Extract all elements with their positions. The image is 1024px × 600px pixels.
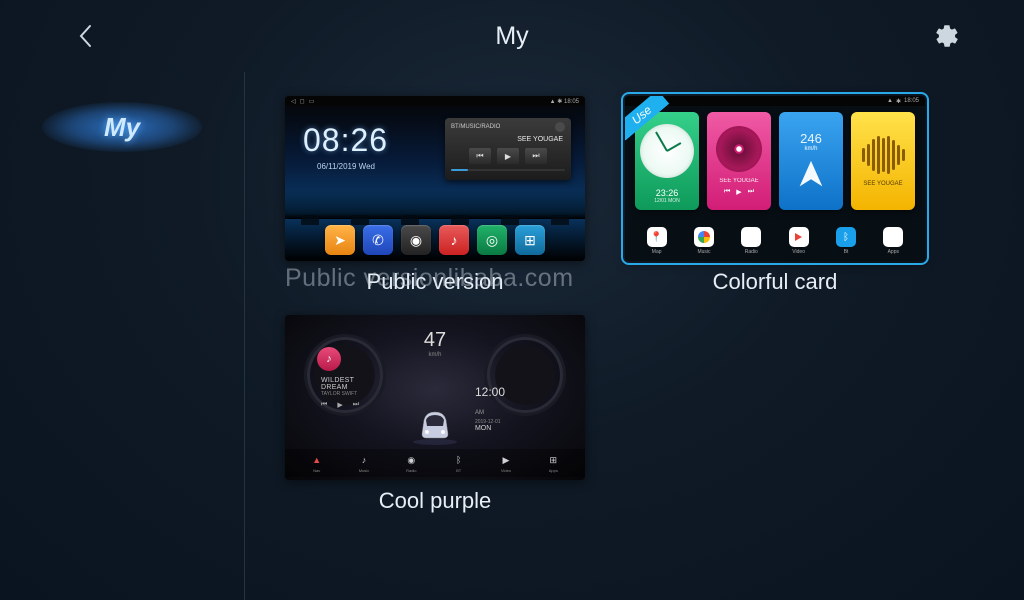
music-icon: ♪: [357, 453, 371, 467]
theme-thumb-public[interactable]: ◁◻▭ ▲ ✱ 18:05 08:26 06/11/2019 Wed BT/MU…: [285, 96, 585, 261]
song-title: WILDEST DREAM TAYLOR SWIFT: [321, 377, 383, 397]
settings-button[interactable]: [932, 21, 962, 51]
page-title: My: [495, 22, 528, 51]
theme-item-coolpurple: ♪ WILDEST DREAM TAYLOR SWIFT ⏮▶⏭ 47 km/h: [285, 315, 585, 514]
car-icon: [410, 402, 460, 446]
theme-item-colorful: Use ▲✱18:05 23:26 12/01 MON SEE YOUGAE ⏮…: [625, 96, 925, 295]
status-bar: ◁◻▭ ▲ ✱ 18:05: [285, 96, 585, 106]
dock: 📍Map Music ◉Radio Video ᛒBt ⊞Apps: [625, 227, 925, 255]
apps-icon: ⊞: [883, 227, 903, 247]
nav-icon: ➤: [325, 225, 355, 255]
apps-icon: ⊞: [515, 225, 545, 255]
clock-icon: [640, 124, 694, 178]
back-button[interactable]: [72, 22, 100, 50]
play-icon: [789, 227, 809, 247]
card-nav: 246 km/h: [779, 112, 843, 210]
map-icon: 📍: [647, 227, 667, 247]
radio-icon: ◉: [404, 453, 418, 467]
music-ring: ♪ WILDEST DREAM TAYLOR SWIFT ⏮▶⏭: [307, 337, 383, 413]
status-bar: ▲✱18:05: [625, 96, 925, 106]
clock-date: 06/11/2019 Wed: [317, 162, 375, 171]
sidebar: My: [0, 72, 245, 600]
apps-icon: ⊞: [546, 453, 560, 467]
time-ring: 12:00 AM 2019-12-01 MON: [487, 337, 563, 413]
media-widget: BT/MUSIC/RADIO SEE YOUGAE ⏮▶⏭: [445, 118, 571, 180]
bluetooth-icon: ᛒ: [452, 453, 466, 467]
bluetooth-icon: ᛒ: [836, 227, 856, 247]
google-icon: [694, 227, 714, 247]
nav-arrow-icon: [794, 158, 828, 192]
speed-display: 47 km/h: [424, 329, 446, 358]
theme-label: Public version: [285, 269, 585, 295]
radio-icon: ◉: [401, 225, 431, 255]
card-clock: 23:26 12/01 MON: [635, 112, 699, 210]
body: My ◁◻▭ ▲ ✱ 18:05 08:26 06/11/2019 Wed BT…: [0, 72, 1024, 600]
person-icon: [555, 122, 565, 132]
theme-label: Cool purple: [285, 488, 585, 514]
header: My: [0, 0, 1024, 72]
radio-icon: ◉: [741, 227, 761, 247]
card-radio: SEE YOUGAE: [851, 112, 915, 210]
theme-grid: ◁◻▭ ▲ ✱ 18:05 08:26 06/11/2019 Wed BT/MU…: [245, 72, 1024, 600]
cast-icon: ◎: [477, 225, 507, 255]
theme-item-public: ◁◻▭ ▲ ✱ 18:05 08:26 06/11/2019 Wed BT/MU…: [285, 96, 585, 295]
theme-thumb-coolpurple[interactable]: ♪ WILDEST DREAM TAYLOR SWIFT ⏮▶⏭ 47 km/h: [285, 315, 585, 480]
disc-icon: [716, 126, 762, 172]
clock-time: 08:26: [303, 122, 388, 159]
phone-icon: ✆: [363, 225, 393, 255]
equalizer-icon: [862, 135, 905, 175]
card-music: SEE YOUGAE ⏮▶⏭: [707, 112, 771, 210]
sidebar-tab-my[interactable]: My: [42, 102, 202, 152]
music-note-icon: ♪: [317, 347, 341, 371]
video-icon: ▶: [499, 453, 513, 467]
dock: ➤ ✆ ◉ ♪ ◎ ⊞: [285, 225, 585, 255]
music-icon: ♪: [439, 225, 469, 255]
dock: ▲Nav ♪Music ◉Radio ᛒBT ▶Video ⊞Apps: [285, 449, 585, 477]
nav-icon: ▲: [310, 453, 324, 467]
theme-label: Colorful card: [625, 269, 925, 295]
theme-thumb-colorful[interactable]: Use ▲✱18:05 23:26 12/01 MON SEE YOUGAE ⏮…: [625, 96, 925, 261]
